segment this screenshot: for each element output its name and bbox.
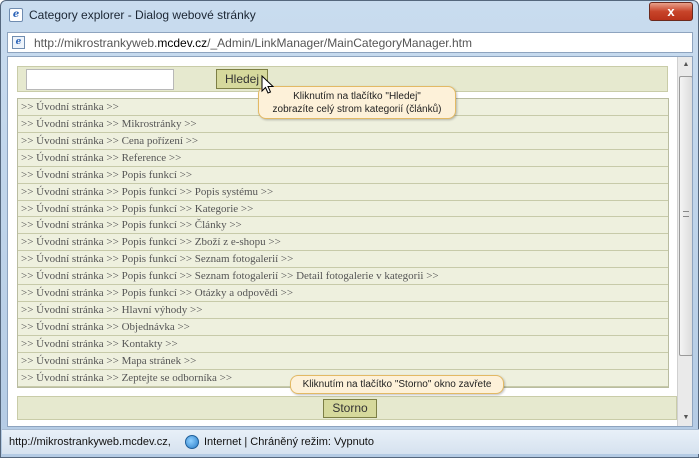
scroll-thumb[interactable] [679,76,692,356]
category-item[interactable]: >> Úvodní stránka >> Popis funkcí >> [18,166,668,184]
title-bar: e Category explorer - Dialog webové strá… [1,1,698,29]
storno-button[interactable]: Storno [323,399,377,418]
hledej-tooltip: Kliknutím na tlačítko "Hledej" zobrazíte… [258,86,456,119]
category-item[interactable]: >> Úvodní stránka >> Popis funkcí >> Pop… [18,183,668,201]
category-item[interactable]: >> Úvodní stránka >> Popis funkcí >> Sez… [18,251,668,269]
mouse-cursor-icon [261,75,275,94]
security-zone: Internet | Chráněný režim: Vypnuto [204,436,374,448]
url-path: /_Admin/LinkManager/MainCategoryManager.… [207,36,472,50]
scroll-up-icon[interactable]: ▲ [678,57,692,73]
page-icon: e [12,36,25,49]
close-button[interactable]: x [649,2,693,21]
scroll-down-icon[interactable]: ▼ [678,410,692,426]
status-bar: http://mikrostrankyweb.mcdev.cz, Interne… [2,429,699,454]
status-url: http://mikrostrankyweb.mcdev.cz, [9,436,171,448]
category-list: >> Úvodní stránka >> >> Úvodní stránka >>… [17,98,669,388]
globe-icon [185,435,199,449]
category-item[interactable]: >> Úvodní stránka >> Popis funkcí >> Otá… [18,285,668,303]
search-input[interactable] [26,69,174,90]
category-item[interactable]: >> Úvodní stránka >> Hlavní výhody >> [18,302,668,319]
footer-panel: Storno [17,396,677,420]
storno-tooltip: Kliknutím na tlačítko "Storno" okno zavř… [290,375,504,394]
address-bar: e http://mikrostrankyweb.mcdev.cz/_Admin… [7,32,693,53]
window-title: Category explorer - Dialog webové stránk… [29,8,256,22]
address-url: http://mikrostrankyweb.mcdev.cz/_Admin/L… [34,36,472,50]
category-item[interactable]: >> Úvodní stránka >> Cena pořízení >> [18,132,668,150]
grip-icon [683,211,689,217]
category-item[interactable]: >> Úvodní stránka >> Popis funkcí >> Zbo… [18,234,668,252]
hledej-tooltip-line1: Kliknutím na tlačítko "Hledej" [293,91,421,102]
category-item[interactable]: >> Úvodní stránka >> Mapa stránek >> [18,352,668,370]
category-item[interactable]: >> Úvodní stránka >> Popis funkcí >> Člá… [18,217,668,235]
category-item[interactable]: >> Úvodní stránka >> Reference >> [18,149,668,167]
hledej-tooltip-line2: zobrazíte celý strom kategorií (článků) [272,104,442,115]
category-item[interactable]: >> Úvodní stránka >> Popis funkcí >> Sez… [18,268,668,286]
url-domain: mcdev.cz [157,36,208,50]
url-prefix: http://mikrostrankyweb. [34,36,158,50]
category-item[interactable]: >> Úvodní stránka >> Objednávka >> [18,318,668,336]
category-item[interactable]: >> Úvodní stránka >> Kontakty >> [18,335,668,353]
category-item[interactable]: >> Úvodní stránka >> Popis funkcí >> Kat… [18,200,668,218]
dialog-window: e Category explorer - Dialog webové strá… [0,0,699,458]
ie-icon: e [9,8,23,22]
vertical-scrollbar[interactable]: ▲ ▼ [677,57,692,426]
